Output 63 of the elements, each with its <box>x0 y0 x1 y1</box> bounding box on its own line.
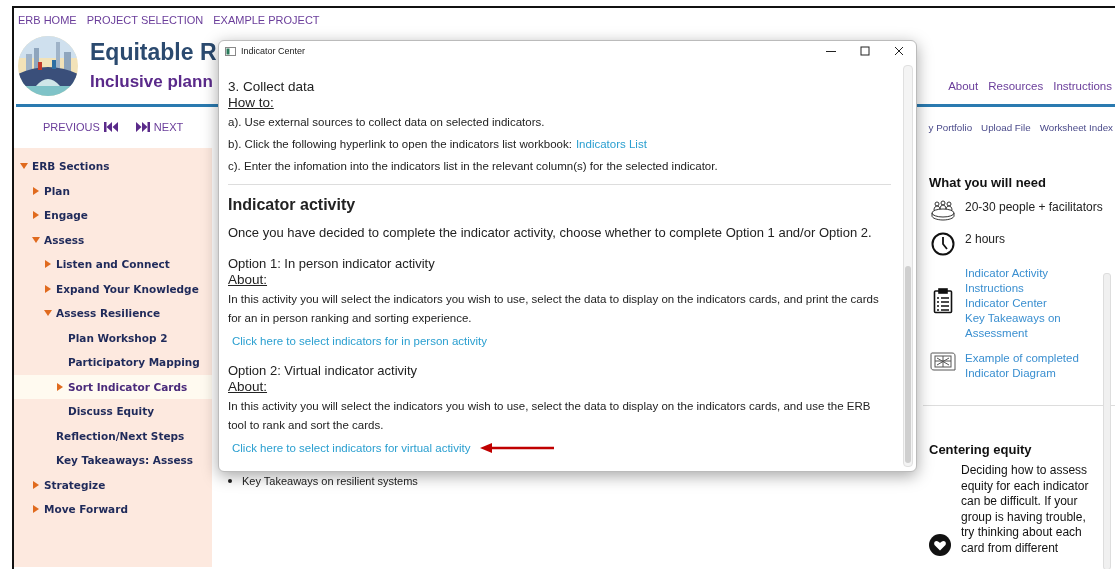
site-subtitle: Inclusive plann <box>90 72 214 92</box>
tree-item[interactable]: Plan <box>14 178 212 203</box>
header-link[interactable]: Resources <box>988 80 1044 92</box>
tree-item[interactable]: Plan Workshop 2 <box>14 325 212 350</box>
need-text: 2 hours <box>965 232 1006 246</box>
tree-item[interactable]: Expand Your Knowledge <box>14 276 212 301</box>
section-heading: Centering equity <box>929 442 1033 457</box>
app-icon <box>225 46 236 56</box>
tree-item[interactable]: ERB Sections <box>14 154 212 179</box>
option-title: Option 2: Virtual indicator activity <box>228 363 419 378</box>
tree-item[interactable]: Reflection/Next Steps <box>14 423 212 448</box>
resource-link[interactable]: Indicator Activity Instructions <box>965 266 1065 296</box>
window-title: Indicator Center <box>241 46 306 56</box>
instruction-text: c). Enter the infomation into the indicators list in the relevant column(s) for the selected indicator. <box>228 160 718 172</box>
header-link[interactable]: About <box>948 80 979 92</box>
resource-link[interactable]: Key Takeaways on Assessment <box>965 311 1065 341</box>
tree-item[interactable]: Assess <box>14 227 212 252</box>
tree-item[interactable]: Listen and Connect <box>14 252 212 277</box>
resource-link[interactable]: Example of completed Indicator Diagram <box>965 351 1115 381</box>
header-link[interactable]: Instructions <box>1053 80 1112 92</box>
people-icon <box>929 200 957 222</box>
subheading: About: <box>228 379 269 394</box>
tree-item[interactable]: Discuss Equity <box>14 399 212 424</box>
tree-item[interactable]: Move Forward <box>14 497 212 522</box>
bullet-dot <box>228 479 232 483</box>
equity-text: Deciding how to assess equity for each indicator can be difficult. If your group is having trouble, try thinking about each card from different <box>961 463 1090 556</box>
nav-link[interactable]: EXAMPLE PROJECT <box>213 14 320 34</box>
toolbar-link[interactable]: Worksheet Index <box>1039 121 1113 133</box>
close-icon[interactable] <box>894 46 904 56</box>
instruction-text: b). Click the following hyperlink to open the indicators list workbook: <box>228 138 572 150</box>
clock-icon <box>929 232 957 256</box>
nav-link[interactable]: PROJECT SELECTION <box>86 14 204 34</box>
tree-item[interactable]: Key Takeaways: Assess <box>14 448 212 473</box>
tree-item[interactable]: Strategize <box>14 472 212 497</box>
option-description: In this activity you will select the indicators you wish to use, select the data to display on the indicators cards, and use the ERB tool to rank and sort the cards. <box>228 399 872 433</box>
previous-link[interactable]: PREVIOUS <box>43 121 118 133</box>
tree-item[interactable]: Sort Indicator Cards <box>14 374 212 399</box>
skip-back-icon[interactable] <box>103 122 118 132</box>
tree-item[interactable]: Participatory Mapping <box>14 350 212 375</box>
section-heading: Indicator activity <box>228 196 357 214</box>
site-title: Equitable R <box>90 39 218 66</box>
diagram-icon <box>929 351 957 373</box>
nav-link[interactable]: ERB HOME <box>18 14 77 34</box>
skip-forward-icon[interactable] <box>135 122 150 132</box>
toolbar-link[interactable]: Upload File <box>981 121 1031 133</box>
instruction-text: a). Use external sources to collect data on selected indicators. <box>228 116 545 128</box>
step-heading: 3. Collect data <box>228 79 316 94</box>
section-heading: What you will need <box>929 175 1047 190</box>
option-title: Option 1: In person indicator activity <box>228 256 436 271</box>
bullet-text: Key Takeaways on resilient systems <box>242 475 418 487</box>
need-text: 20-30 people + facilitators <box>965 200 1103 214</box>
option-description: In this activity you will select the indicators you wish to use, select the data to display on the indicators cards, and print the cards for an in person ranking and sorting experience. <box>228 292 880 326</box>
resource-link[interactable]: Indicator Center <box>965 296 1065 311</box>
tree-item[interactable]: Assess Resilience <box>14 301 212 326</box>
subheading: How to: <box>228 95 275 110</box>
toolbar-link[interactable]: y Portfolio <box>928 121 973 133</box>
scrollbar-thumb[interactable] <box>905 266 911 463</box>
intro-text: Once you have decided to complete the indicator activity, choose whether to complete Option 1 and/or Option 2. <box>228 225 873 240</box>
tree-item[interactable]: Engage <box>14 203 212 228</box>
subheading: About: <box>228 272 269 287</box>
maximize-icon[interactable] <box>860 46 870 56</box>
scrollbar[interactable] <box>903 65 913 467</box>
next-link[interactable]: NEXT <box>135 121 184 133</box>
